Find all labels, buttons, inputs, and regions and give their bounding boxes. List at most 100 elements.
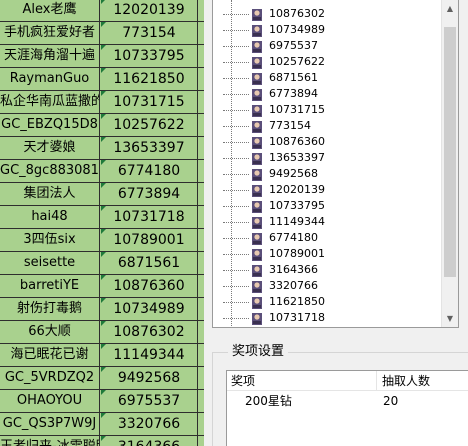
- tree-item[interactable]: 10734989: [213, 22, 441, 38]
- tree-item[interactable]: 10731715: [213, 102, 441, 118]
- nickname-cell[interactable]: hai48: [0, 206, 100, 228]
- tree-item[interactable]: 10257622: [213, 54, 441, 70]
- sheet-row[interactable]: 王者归来-冰雪聪明3164366: [0, 436, 204, 446]
- sheet-row[interactable]: hai48 10731718: [0, 206, 204, 229]
- next-column-cell[interactable]: [197, 367, 204, 389]
- nickname-cell[interactable]: 射伤打毒鹅: [0, 298, 100, 320]
- nickname-cell[interactable]: GC_QS3P7W9J: [0, 413, 100, 435]
- user-id-cell[interactable]: 11621850: [101, 68, 197, 90]
- user-id-cell[interactable]: 10734989: [101, 298, 197, 320]
- user-id-cell[interactable]: 3164366: [101, 436, 197, 446]
- user-id-cell[interactable]: 773154: [101, 22, 197, 44]
- next-column-cell[interactable]: [197, 344, 204, 366]
- next-column-cell[interactable]: [197, 321, 204, 343]
- next-column-cell[interactable]: [197, 160, 204, 182]
- next-column-cell[interactable]: [197, 252, 204, 274]
- tree-item[interactable]: 9492568: [213, 166, 441, 182]
- nickname-cell[interactable]: RaymanGuo: [0, 68, 100, 90]
- sheet-row[interactable]: RaymanGuo 11621850: [0, 68, 204, 91]
- tree-item[interactable]: 10731718: [213, 310, 441, 326]
- nickname-cell[interactable]: 手机疯狂爱好者: [0, 22, 100, 44]
- sheet-row[interactable]: GC_EBZQ15D8 10257622: [0, 114, 204, 137]
- tree-item[interactable]: 10789001: [213, 246, 441, 262]
- prize-name-cell[interactable]: 200星钻: [245, 392, 292, 410]
- next-column-cell[interactable]: [197, 436, 204, 446]
- user-id-cell[interactable]: 10731718: [101, 206, 197, 228]
- column-header-prize[interactable]: 奖项: [227, 371, 377, 391]
- tree-item[interactable]: 11621850: [213, 294, 441, 310]
- next-column-cell[interactable]: [197, 229, 204, 251]
- nickname-cell[interactable]: GC_8gc8830815: [0, 160, 100, 182]
- scroll-thumb[interactable]: [444, 27, 456, 277]
- scroll-down-icon[interactable]: ▼: [442, 310, 458, 327]
- prize-row[interactable]: 200星钻 20: [227, 392, 468, 410]
- next-column-cell[interactable]: [197, 0, 204, 21]
- tree-item[interactable]: 6773894: [213, 86, 441, 102]
- tree-item[interactable]: 12020139: [213, 182, 441, 198]
- user-id-cell[interactable]: 10876302: [101, 321, 197, 343]
- user-id-cell[interactable]: 13653397: [101, 137, 197, 159]
- participant-tree[interactable]: ▲ ▼ 10876302 10734989 6975537 10257622 68715…: [212, 0, 459, 328]
- sheet-row[interactable]: OHAOYOU 6975537: [0, 390, 204, 413]
- tree-item[interactable]: 3164366: [213, 262, 441, 278]
- sheet-row[interactable]: 3四伍six 10789001: [0, 229, 204, 252]
- nickname-cell[interactable]: seisette: [0, 252, 100, 274]
- tree-item[interactable]: 13653397: [213, 150, 441, 166]
- next-column-cell[interactable]: [197, 413, 204, 435]
- next-column-cell[interactable]: [197, 206, 204, 228]
- sheet-row[interactable]: barretiYE 10876360: [0, 275, 204, 298]
- next-column-cell[interactable]: [197, 390, 204, 412]
- user-id-cell[interactable]: 10731715: [101, 91, 197, 113]
- nickname-cell[interactable]: OHAOYOU: [0, 390, 100, 412]
- tree-item[interactable]: 3320766: [213, 278, 441, 294]
- user-id-cell[interactable]: 11149344: [101, 344, 197, 366]
- sheet-row[interactable]: 66大顺 10876302: [0, 321, 204, 344]
- user-id-cell[interactable]: 10733795: [101, 45, 197, 67]
- next-column-cell[interactable]: [197, 183, 204, 205]
- sheet-row[interactable]: seisette 6871561: [0, 252, 204, 275]
- next-column-cell[interactable]: [197, 114, 204, 136]
- sheet-row[interactable]: 手机疯狂爱好者 773154: [0, 22, 204, 45]
- tree-item[interactable]: 10876360: [213, 134, 441, 150]
- user-id-cell[interactable]: 10876360: [101, 275, 197, 297]
- nickname-cell[interactable]: 66大顺: [0, 321, 100, 343]
- tree-scrollbar[interactable]: ▲ ▼: [441, 0, 458, 327]
- tree-item[interactable]: 6975537: [213, 38, 441, 54]
- sheet-row[interactable]: 私企华南瓜蓝撒的 10731715: [0, 91, 204, 114]
- next-column-cell[interactable]: [197, 45, 204, 67]
- nickname-cell[interactable]: GC_5VRDZQ2: [0, 367, 100, 389]
- nickname-cell[interactable]: 海已眠花已谢: [0, 344, 100, 366]
- user-id-cell[interactable]: 9492568: [101, 367, 197, 389]
- sheet-row[interactable]: 天涯海角溜十遍 10733795: [0, 45, 204, 68]
- sheet-row[interactable]: 天才婆娘 13653397: [0, 137, 204, 160]
- sheet-row[interactable]: 海已眠花已谢 11149344: [0, 344, 204, 367]
- tree-item[interactable]: 10733795: [213, 198, 441, 214]
- next-column-cell[interactable]: [197, 91, 204, 113]
- next-column-cell[interactable]: [197, 137, 204, 159]
- user-id-cell[interactable]: 10257622: [101, 114, 197, 136]
- tree-item[interactable]: 773154: [213, 118, 441, 134]
- sheet-row[interactable]: GC_5VRDZQ2 9492568: [0, 367, 204, 390]
- nickname-cell[interactable]: barretiYE: [0, 275, 100, 297]
- user-id-cell[interactable]: 6773894: [101, 183, 197, 205]
- next-column-cell[interactable]: [197, 298, 204, 320]
- column-header-count[interactable]: 抽取人数: [378, 371, 468, 391]
- nickname-cell[interactable]: 王者归来-冰雪聪明: [0, 436, 100, 446]
- next-column-cell[interactable]: [197, 22, 204, 44]
- sheet-row[interactable]: 射伤打毒鹅 10734989: [0, 298, 204, 321]
- nickname-cell[interactable]: 天涯海角溜十遍: [0, 45, 100, 67]
- sheet-row[interactable]: 集团法人 6773894: [0, 183, 204, 206]
- tree-item[interactable]: 11149344: [213, 214, 441, 230]
- scroll-up-icon[interactable]: ▲: [442, 0, 458, 17]
- user-id-cell[interactable]: 6774180: [101, 160, 197, 182]
- nickname-cell[interactable]: GC_EBZQ15D8: [0, 114, 100, 136]
- next-column-cell[interactable]: [197, 275, 204, 297]
- user-id-cell[interactable]: 12020139: [101, 0, 197, 21]
- next-column-cell[interactable]: [197, 68, 204, 90]
- sheet-row[interactable]: GC_QS3P7W9J 3320766: [0, 413, 204, 436]
- sheet-row[interactable]: Alex老鹰 12020139: [0, 0, 204, 22]
- user-id-cell[interactable]: 6975537: [101, 390, 197, 412]
- nickname-cell[interactable]: Alex老鹰: [0, 0, 100, 21]
- prize-grid[interactable]: 奖项 抽取人数 200星钻 20: [226, 370, 468, 446]
- prize-count-cell[interactable]: 20: [383, 392, 398, 410]
